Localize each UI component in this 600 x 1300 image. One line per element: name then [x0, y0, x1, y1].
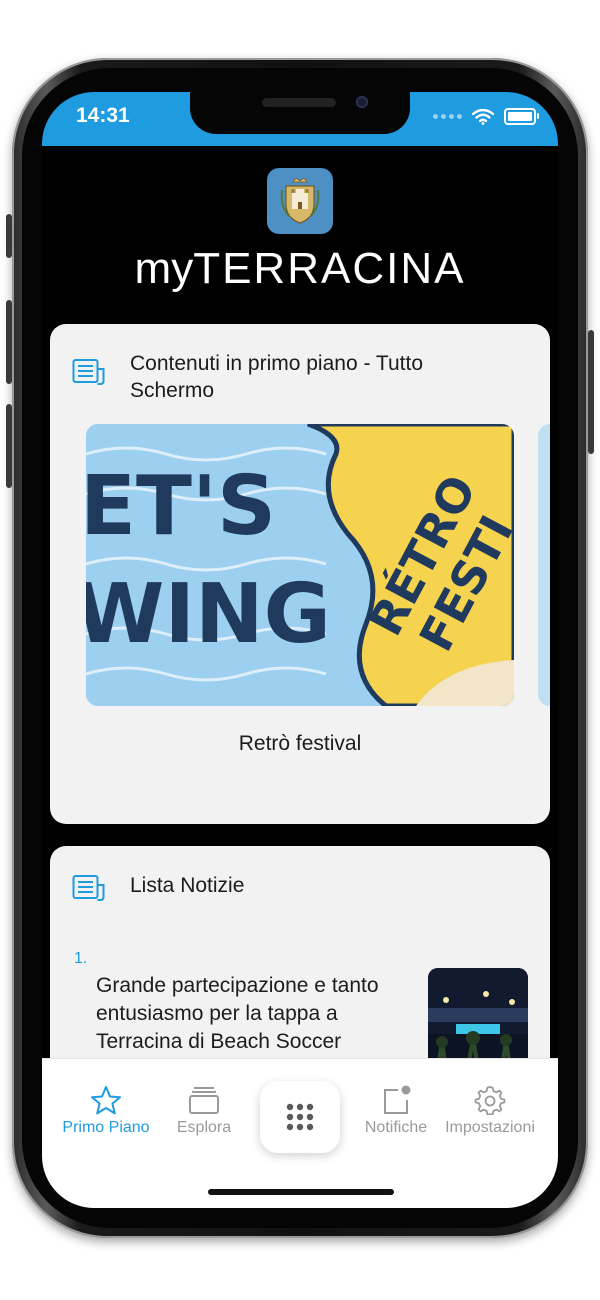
news-item-number: 1. [74, 950, 88, 967]
news-list-title: Lista Notizie [130, 874, 245, 897]
bottom-tab-bar: Primo Piano Esplora Notifiche Impostazio… [42, 1058, 558, 1208]
poster-text-lets: ET'S [86, 459, 276, 554]
tab-esplora[interactable]: Esplora [154, 1085, 254, 1137]
tab-label-esplora: Esplora [176, 1119, 232, 1136]
notification-icon [384, 1085, 411, 1114]
logo-terracina: TERRACINA [193, 244, 466, 293]
cards-stack-icon [189, 1087, 219, 1114]
gear-icon [474, 1086, 506, 1115]
news-item-title[interactable]: Grande partecipazione e tanto entusiasmo… [96, 972, 416, 1056]
front-camera [356, 96, 368, 108]
grid-menu-icon [286, 1103, 314, 1131]
signal-dots-icon [433, 114, 462, 119]
app-logo: MYTERRACINA [42, 244, 558, 294]
star-icon [91, 1086, 121, 1115]
center-menu-button[interactable] [260, 1081, 340, 1153]
news-document-icon [72, 359, 105, 385]
featured-card: Contenuti in primo piano - Tutto Schermo… [50, 324, 550, 824]
volume-up-button [6, 300, 12, 384]
battery-icon [504, 108, 539, 125]
mute-switch [6, 214, 12, 258]
featured-carousel[interactable]: ET'S WING RÉTRO FESTI [86, 424, 550, 706]
speaker-grille [262, 98, 336, 107]
tab-impostazioni[interactable]: Impostazioni [440, 1085, 540, 1137]
app-screen: 14:31 MYTERRACINA [42, 92, 558, 1208]
status-icons [433, 108, 539, 125]
tab-label-notifiche: Notifiche [364, 1119, 428, 1136]
volume-down-button [6, 404, 12, 488]
news-document-icon [72, 875, 105, 901]
featured-slide-caption[interactable]: Retrò festival [50, 732, 550, 756]
tab-primo-piano[interactable]: Primo Piano [56, 1085, 156, 1137]
news-list-header: Lista Notizie [72, 872, 490, 902]
home-indicator[interactable] [208, 1189, 394, 1195]
news-item-thumbnail[interactable] [428, 968, 528, 1068]
city-crest-icon [267, 168, 333, 234]
wifi-icon [472, 108, 494, 125]
featured-header: Contenuti in primo piano - Tutto Schermo [72, 350, 490, 404]
poster-text-swing: WING [86, 567, 331, 662]
status-time: 14:31 [76, 104, 130, 127]
tab-label-impostazioni: Impostazioni [445, 1119, 535, 1136]
next-slide-peek[interactable] [538, 424, 550, 706]
logo-my: MY [134, 244, 194, 293]
power-button [588, 330, 594, 454]
tab-label-primo-piano: Primo Piano [62, 1119, 150, 1136]
retro-festival-poster-image: ET'S WING RÉTRO FESTI [86, 424, 514, 706]
tab-notifiche[interactable]: Notifiche [346, 1085, 446, 1137]
notch [190, 92, 410, 134]
featured-title: Contenuti in primo piano - Tutto Schermo [130, 352, 423, 402]
featured-slide-poster[interactable]: ET'S WING RÉTRO FESTI [86, 424, 514, 706]
